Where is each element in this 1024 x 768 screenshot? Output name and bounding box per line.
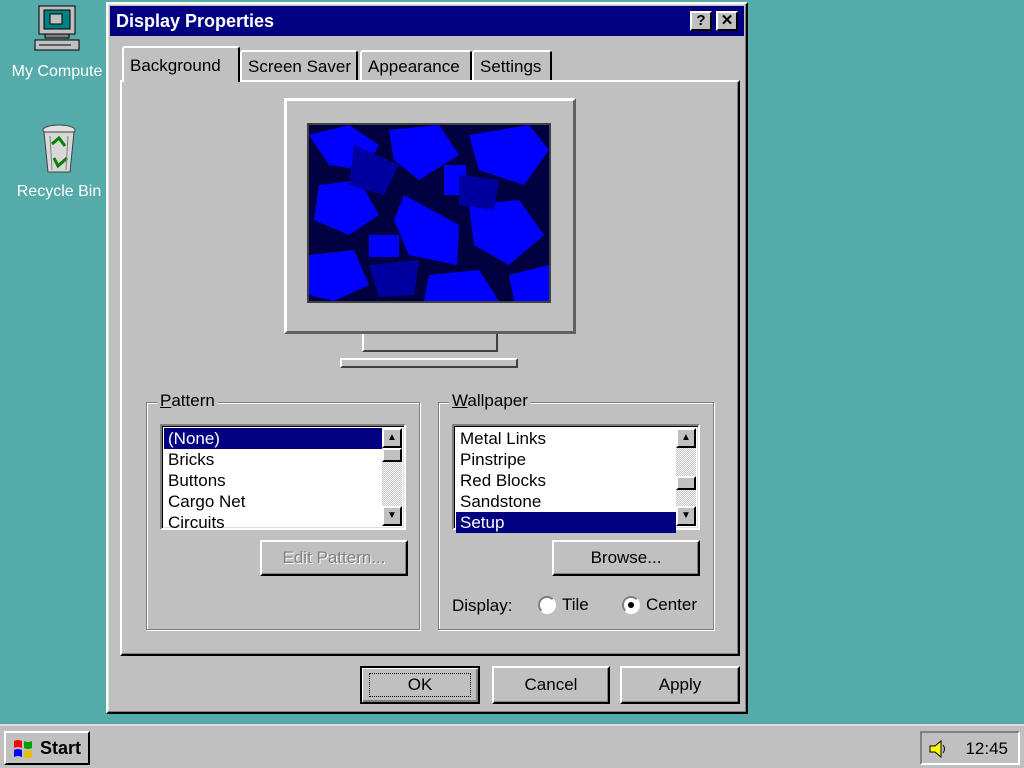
arrow-down-icon: ▼ [681, 510, 691, 521]
wallpaper-label-rest: allpaper [467, 391, 528, 410]
scroll-up-button[interactable]: ▲ [676, 428, 696, 448]
pattern-item[interactable]: Buttons [164, 470, 382, 491]
wallpaper-preview-image [309, 125, 549, 301]
center-radio-circle[interactable] [622, 596, 640, 614]
wallpaper-item[interactable]: Setup [456, 512, 676, 533]
wallpaper-mnemonic: W [452, 391, 468, 410]
center-radio-label: Center [646, 595, 698, 614]
system-tray: 12:45 [920, 731, 1020, 765]
wallpaper-scrollbar[interactable]: ▲ ▼ [676, 428, 696, 526]
tab-appearance[interactable]: Appearance [360, 50, 472, 80]
pattern-group-label: Pattern [157, 391, 218, 411]
start-button[interactable]: Start [4, 731, 90, 765]
tab-settings-label: Settings [480, 57, 542, 76]
scroll-down-button[interactable]: ▼ [676, 506, 696, 526]
pattern-listbox[interactable]: (None) Bricks Buttons Cargo Net Circuits… [160, 424, 406, 533]
clock[interactable]: 12:45 [965, 739, 1008, 759]
help-button[interactable]: ? [690, 11, 712, 31]
tile-radio-circle[interactable] [538, 596, 556, 614]
windows-logo-icon [14, 740, 32, 758]
monitor-base [340, 358, 518, 368]
monitor-stand [362, 334, 498, 352]
arrow-down-icon: ▼ [387, 510, 397, 521]
start-label: Start [40, 738, 82, 758]
cancel-button[interactable]: Cancel [492, 666, 610, 704]
arrow-up-icon: ▲ [681, 432, 691, 443]
tab-screen-saver-label: Screen Saver [248, 57, 351, 76]
display-mode-label: Display: [452, 596, 513, 615]
ok-button-label: OK [368, 673, 472, 697]
apply-button[interactable]: Apply [620, 666, 740, 704]
pattern-item[interactable]: Bricks [164, 449, 382, 470]
pattern-mnemonic: P [160, 391, 172, 410]
recycle-bin-desktop-icon[interactable]: Recycle Bin [4, 122, 114, 201]
display-properties-window: Display Properties ? ✕ Background Screen… [106, 2, 748, 714]
ok-button[interactable]: OK [360, 666, 480, 704]
monitor-preview [284, 98, 576, 334]
help-icon: ? [696, 12, 706, 29]
scroll-down-button[interactable]: ▼ [382, 506, 402, 526]
tile-radio-label: Tile [562, 595, 589, 614]
taskbar: Start 12:45 [0, 724, 1024, 768]
window-title: Display Properties [116, 11, 275, 31]
wallpaper-item[interactable]: Metal Links [456, 428, 676, 449]
wallpaper-item[interactable]: Pinstripe [456, 449, 676, 470]
wallpaper-item[interactable]: Red Blocks [456, 470, 676, 491]
wallpaper-listbox[interactable]: Metal Links Pinstripe Red Blocks Sandsto… [452, 424, 700, 533]
pattern-item[interactable]: Circuits [164, 512, 382, 533]
pattern-label-rest: attern [171, 391, 215, 410]
computer-icon [34, 5, 80, 51]
pattern-item[interactable]: (None) [164, 428, 382, 449]
my-computer-label: My Compute [11, 63, 103, 80]
title-bar[interactable]: Display Properties ? ✕ [110, 6, 744, 36]
tab-background-label: Background [130, 56, 221, 75]
speaker-icon[interactable] [928, 738, 950, 760]
wallpaper-preview-screen [307, 123, 551, 303]
browse-button[interactable]: Browse... [552, 540, 700, 576]
recycle-bin-label: Recycle Bin [16, 183, 102, 200]
center-radio[interactable]: Center [622, 594, 712, 618]
tile-radio[interactable]: Tile [538, 594, 608, 618]
pattern-scrollbar[interactable]: ▲ ▼ [382, 428, 402, 526]
tab-screen-saver[interactable]: Screen Saver [240, 50, 358, 80]
close-button[interactable]: ✕ [716, 11, 738, 31]
recycle-bin-icon [42, 124, 76, 173]
my-computer-desktop-icon[interactable]: My Compute [2, 4, 112, 81]
pattern-item[interactable]: Cargo Net [164, 491, 382, 512]
edit-pattern-button[interactable]: Edit Pattern... [260, 540, 408, 576]
tab-settings[interactable]: Settings [472, 50, 552, 80]
tab-appearance-label: Appearance [368, 57, 460, 76]
arrow-up-icon: ▲ [387, 432, 397, 443]
wallpaper-group-label: Wallpaper [449, 391, 531, 411]
tab-background[interactable]: Background [122, 46, 240, 82]
scroll-up-button[interactable]: ▲ [382, 428, 402, 448]
scroll-thumb[interactable] [676, 476, 696, 490]
wallpaper-item[interactable]: Sandstone [456, 491, 676, 512]
close-icon: ✕ [720, 12, 734, 29]
scroll-thumb[interactable] [382, 448, 402, 462]
